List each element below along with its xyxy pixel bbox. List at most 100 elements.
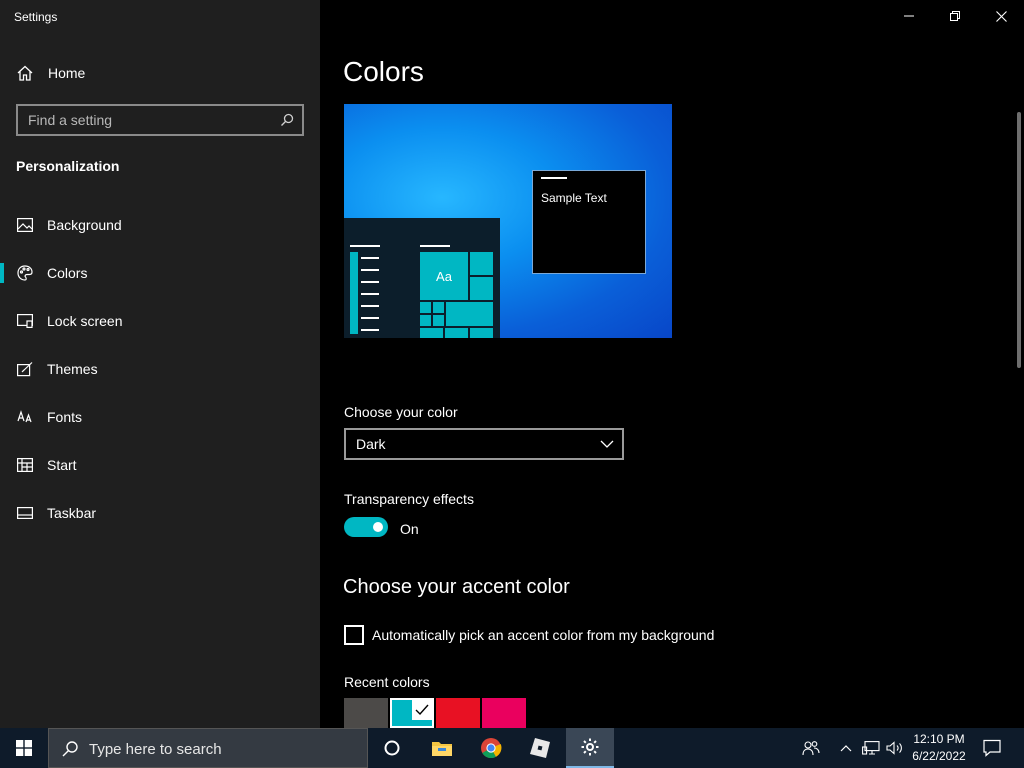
scrollbar[interactable] <box>1017 112 1021 368</box>
sidebar-item-label: Fonts <box>47 409 83 425</box>
accent-color-heading: Choose your accent color <box>343 576 570 598</box>
volume-icon <box>886 741 902 755</box>
auto-accent-label[interactable]: Automatically pick an accent color from … <box>372 627 714 643</box>
cortana-button[interactable] <box>368 728 416 768</box>
preview-menu-line <box>361 317 379 319</box>
settings-taskbar-button[interactable] <box>566 728 614 768</box>
preview-menu-line <box>361 269 379 271</box>
preview-tile <box>444 327 469 338</box>
preview-tile <box>469 251 494 276</box>
lock-screen-icon <box>16 312 34 330</box>
checkmark-icon <box>415 704 429 716</box>
theme-preview: Sample Text Aa <box>344 104 672 338</box>
taskbar-search-placeholder: Type here to search <box>89 741 222 758</box>
preview-tile <box>469 327 494 338</box>
show-hidden-icons-button[interactable] <box>836 728 856 768</box>
auto-accent-checkbox[interactable] <box>344 625 364 645</box>
clock-time: 12:10 PM <box>913 732 965 746</box>
sidebar-item-themes[interactable]: Themes <box>0 349 320 389</box>
roblox-button[interactable] <box>516 728 564 768</box>
selected-marker <box>412 700 432 720</box>
sidebar-item-label: Themes <box>47 361 98 377</box>
chrome-button[interactable] <box>467 728 515 768</box>
file-explorer-icon <box>432 742 452 756</box>
preview-tile <box>469 276 494 301</box>
chevron-up-icon <box>840 745 852 752</box>
network-button[interactable] <box>860 728 882 768</box>
sidebar-item-label: Start <box>47 457 77 473</box>
settings-search-input[interactable] <box>18 106 276 134</box>
notification-icon <box>983 739 1001 757</box>
sidebar-item-colors[interactable]: Colors <box>0 253 320 293</box>
sidebar-item-label: Background <box>47 217 122 233</box>
notification-center-button[interactable] <box>978 728 1006 768</box>
color-swatch-pink[interactable] <box>482 698 526 728</box>
preview-start-rail <box>350 252 358 334</box>
sidebar: Settings Home Personalization Background… <box>0 0 320 728</box>
preview-tile <box>432 314 445 327</box>
sidebar-item-label: Lock screen <box>47 313 123 329</box>
section-title: Personalization <box>16 158 120 174</box>
preview-tiles-header <box>420 245 450 247</box>
close-button[interactable] <box>978 0 1024 32</box>
page-title: Colors <box>343 56 424 87</box>
preview-menu-line <box>361 257 379 259</box>
preview-tile-large: Aa <box>420 252 468 300</box>
taskbar: Type here to search 12:10 PM 6/22/2022 <box>0 728 1024 768</box>
minimize-button[interactable] <box>886 0 932 32</box>
minimize-icon <box>904 15 914 17</box>
file-explorer-button[interactable] <box>418 728 466 768</box>
choose-color-label: Choose your color <box>344 404 458 420</box>
transparency-state: On <box>400 521 419 537</box>
preview-tile <box>432 301 445 314</box>
palette-icon <box>16 264 34 282</box>
transparency-toggle[interactable] <box>344 517 388 537</box>
start-button[interactable] <box>0 728 48 768</box>
preview-window: Sample Text <box>532 170 646 274</box>
home-label: Home <box>48 65 86 81</box>
roblox-icon <box>530 738 550 758</box>
close-icon <box>995 10 1007 22</box>
preview-start-menu: Aa <box>344 218 500 338</box>
people-icon <box>802 741 820 756</box>
sidebar-item-background[interactable]: Background <box>0 205 320 245</box>
preview-window-titlebar <box>541 177 567 179</box>
chrome-icon <box>481 738 502 759</box>
preview-menu-line <box>361 329 379 331</box>
picture-icon <box>16 216 34 234</box>
sidebar-item-home[interactable]: Home <box>16 63 85 83</box>
clock-date: 6/22/2022 <box>912 749 966 763</box>
sidebar-item-start[interactable]: Start <box>0 445 320 485</box>
sidebar-item-lock-screen[interactable]: Lock screen <box>0 301 320 341</box>
preview-tile <box>445 301 494 327</box>
sidebar-item-label: Taskbar <box>47 505 97 521</box>
settings-search-box[interactable] <box>16 104 304 136</box>
search-icon[interactable] <box>280 113 294 127</box>
transparency-label: Transparency effects <box>344 491 474 507</box>
volume-button[interactable] <box>884 728 906 768</box>
preview-menu-line <box>361 293 379 295</box>
recent-colors-label: Recent colors <box>344 674 430 690</box>
sidebar-item-taskbar[interactable]: Taskbar <box>0 493 320 533</box>
choose-color-dropdown[interactable]: Dark <box>344 428 624 460</box>
preview-tile <box>419 314 432 327</box>
brush-icon <box>16 360 34 378</box>
network-icon <box>862 741 880 755</box>
color-swatch-teal[interactable] <box>390 698 434 728</box>
preview-tile <box>419 327 444 338</box>
sidebar-item-label: Colors <box>47 265 88 281</box>
taskbar-clock[interactable]: 12:10 PM 6/22/2022 <box>904 731 974 765</box>
color-swatch-red[interactable] <box>436 698 480 728</box>
toggle-knob <box>373 522 383 532</box>
restore-button[interactable] <box>932 0 978 32</box>
preview-menu-line <box>361 281 379 283</box>
chevron-down-icon <box>600 440 614 448</box>
sidebar-item-fonts[interactable]: Fonts <box>0 397 320 437</box>
settings-icon <box>581 738 599 756</box>
font-icon <box>16 408 34 426</box>
taskbar-search[interactable]: Type here to search <box>48 728 368 768</box>
people-button[interactable] <box>796 728 826 768</box>
color-swatch-gray[interactable] <box>344 698 388 728</box>
cortana-icon <box>384 740 400 756</box>
preview-menu-line <box>350 245 380 247</box>
